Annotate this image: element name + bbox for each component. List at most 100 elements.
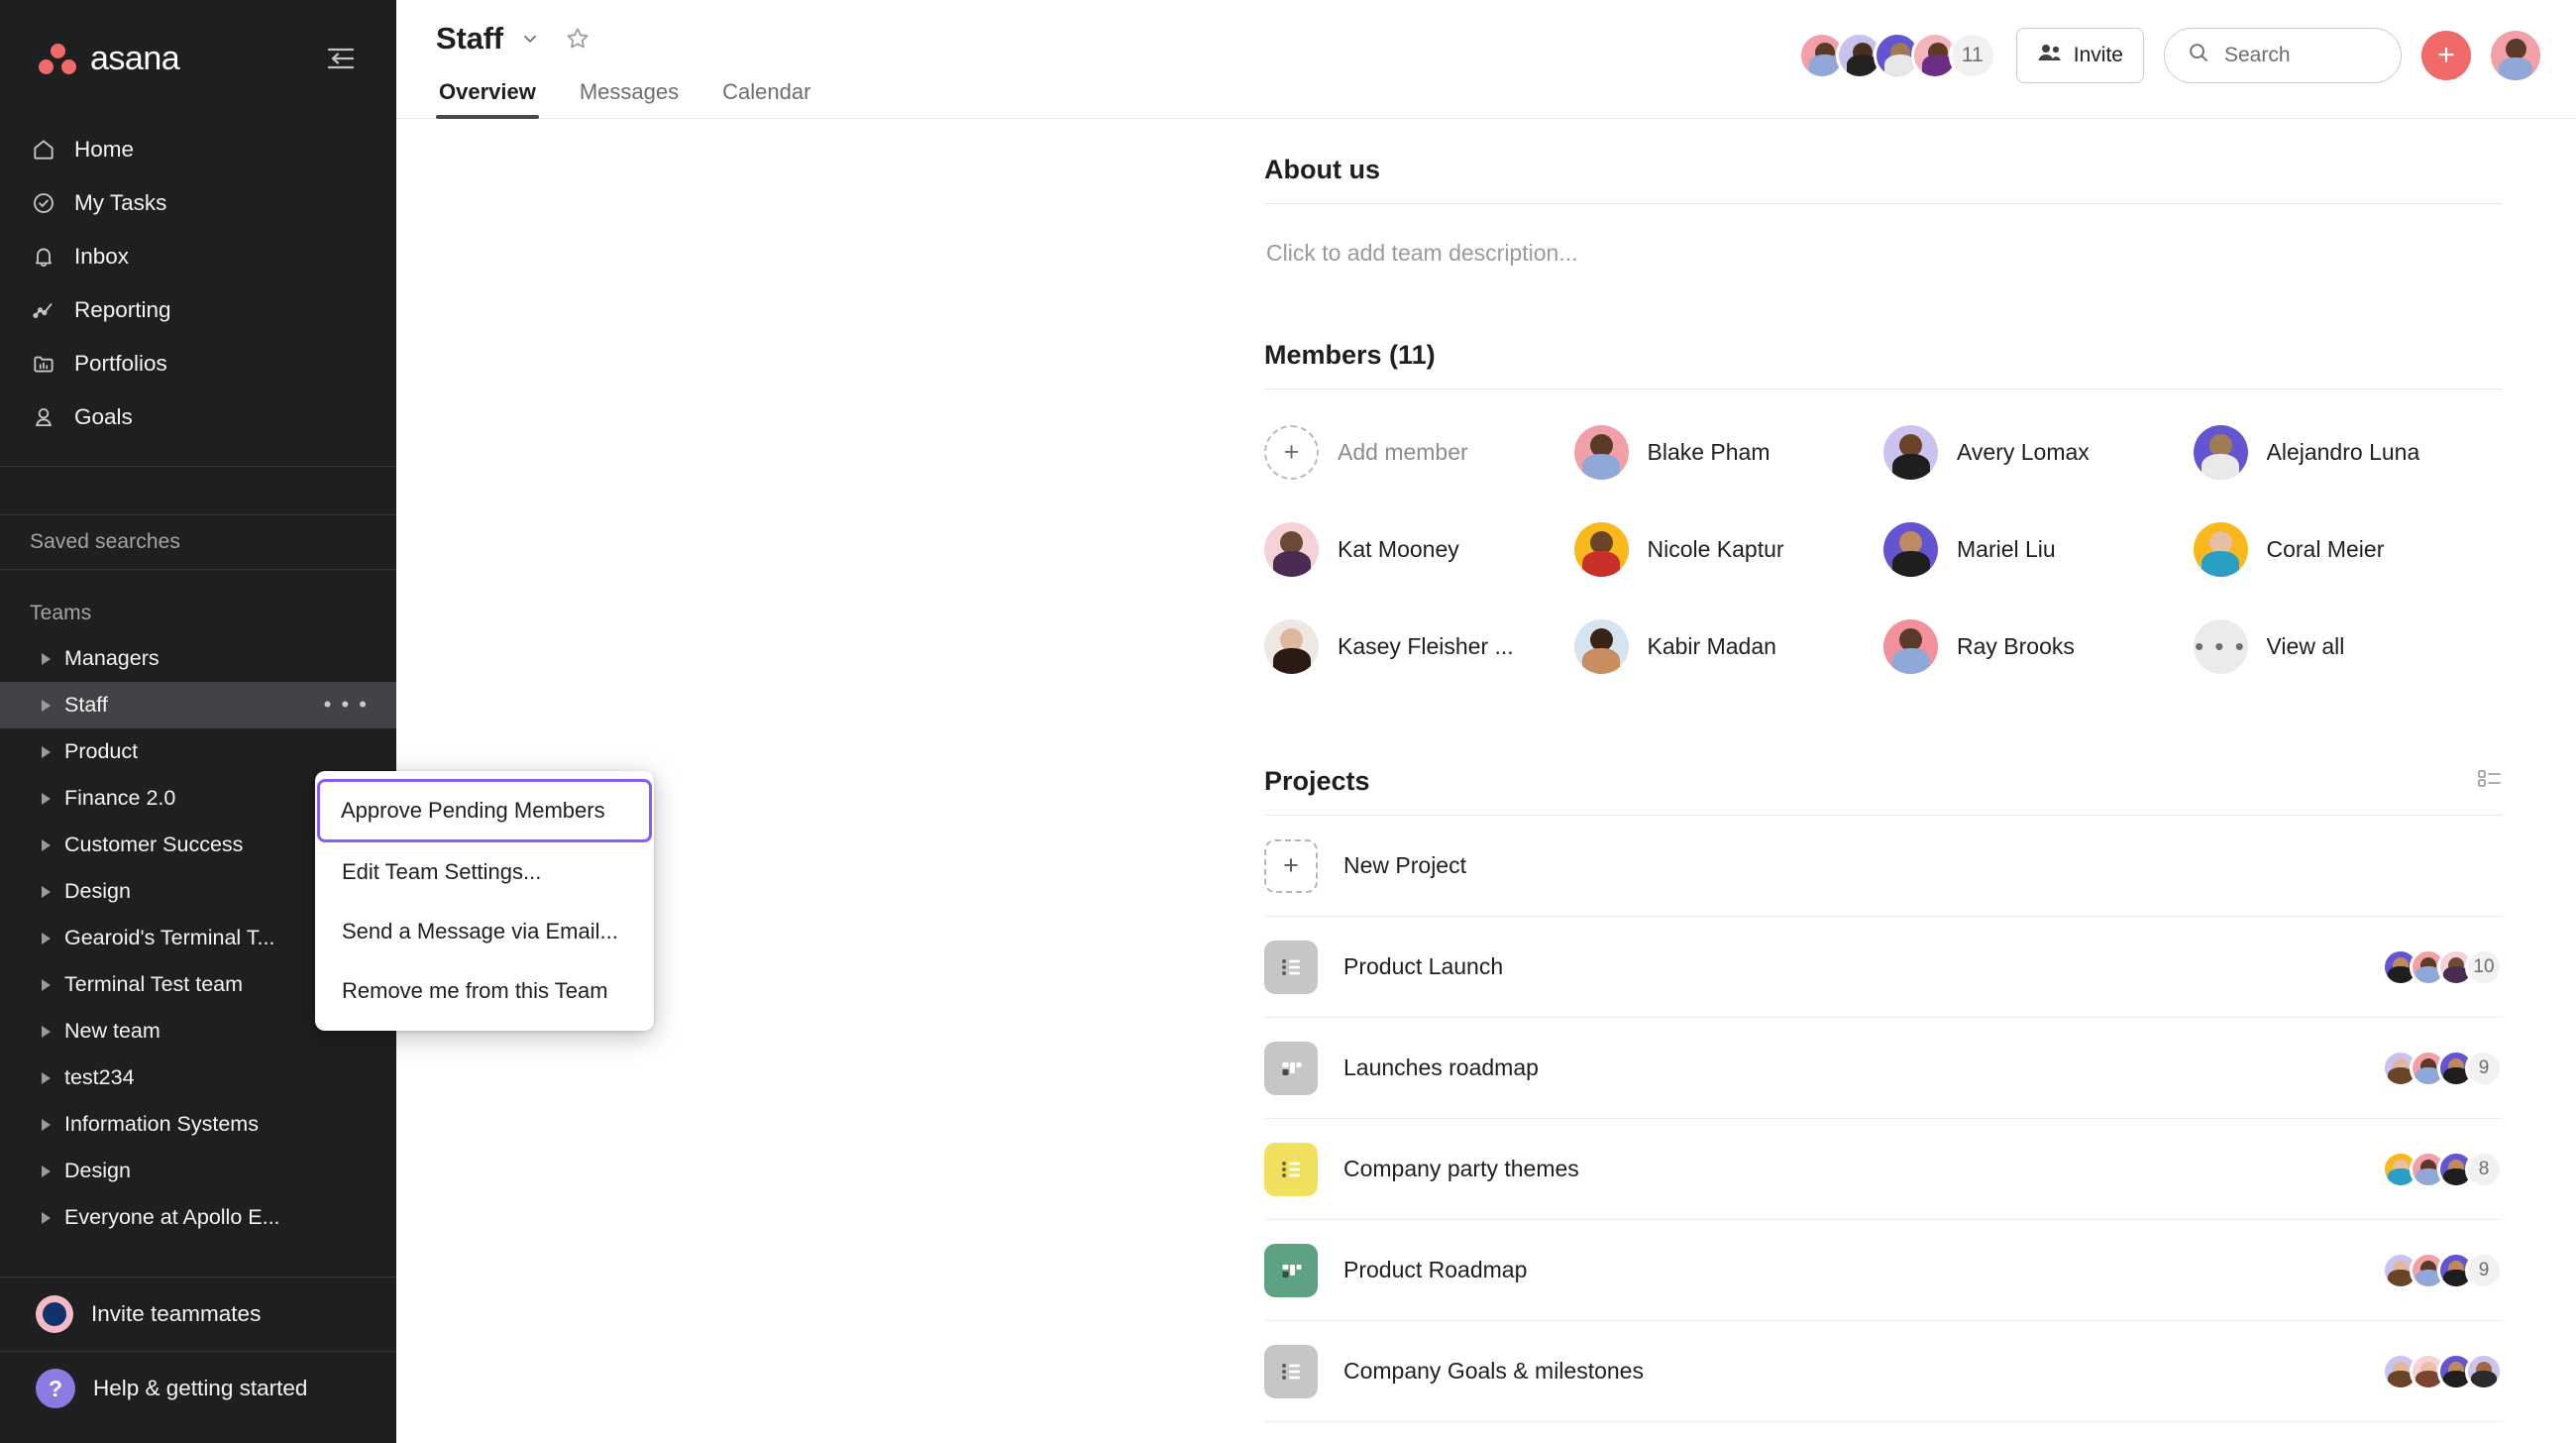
sidebar-footer: Invite teammates ? Help & getting starte…: [0, 1276, 396, 1443]
add-member-button[interactable]: + Add member: [1264, 417, 1574, 487]
team-context-menu: Approve Pending Members Edit Team Settin…: [315, 771, 654, 1031]
member-item[interactable]: Blake Pham: [1574, 417, 1884, 487]
member-item[interactable]: Kat Mooney: [1264, 514, 1574, 584]
projects-heading: Projects: [1264, 766, 2503, 815]
member-item[interactable]: Avery Lomax: [1883, 417, 2194, 487]
home-icon: [30, 136, 57, 164]
tab-overview[interactable]: Overview: [436, 73, 539, 119]
star-outline-icon[interactable]: [563, 24, 592, 54]
menu-item-edit-team-settings[interactable]: Edit Team Settings...: [319, 842, 650, 902]
member-name: Nicole Kaptur: [1648, 536, 1784, 563]
overview-panel: About us Click to add team description..…: [1264, 119, 2503, 1422]
help-button[interactable]: ? Help & getting started: [0, 1352, 396, 1425]
project-avatar-stack[interactable]: 8: [2382, 1151, 2503, 1188]
chevron-right-icon[interactable]: [42, 1026, 51, 1038]
list-view-icon[interactable]: [2477, 766, 2503, 797]
sidebar-item-inbox[interactable]: Inbox: [14, 230, 382, 283]
create-button[interactable]: +: [2421, 31, 2471, 80]
sidebar-team-staff[interactable]: Staff • • •: [0, 682, 396, 728]
avatar: [1264, 522, 1319, 577]
project-member-count: 9: [2465, 1252, 2503, 1289]
member-count-badge[interactable]: 11: [1949, 32, 1996, 79]
sidebar-item-goals[interactable]: Goals: [14, 390, 382, 444]
menu-item-approve-pending-members[interactable]: Approve Pending Members: [317, 779, 652, 842]
sidebar-team-information-systems[interactable]: Information Systems: [0, 1101, 396, 1148]
project-row[interactable]: Launches roadmap 9: [1264, 1018, 2503, 1119]
menu-item-send-message-via-email[interactable]: Send a Message via Email...: [319, 902, 650, 961]
sidebar-team-product[interactable]: Product: [0, 728, 396, 775]
search-placeholder: Search: [2224, 44, 2291, 67]
sidebar-team-everyone-at-apollo[interactable]: Everyone at Apollo E...: [0, 1194, 396, 1241]
chevron-right-icon[interactable]: [42, 793, 51, 805]
team-description-input[interactable]: Click to add team description...: [1264, 204, 2503, 267]
sidebar-item-home[interactable]: Home: [14, 123, 382, 176]
invite-button[interactable]: Invite: [2016, 28, 2144, 83]
chevron-right-icon[interactable]: [42, 1212, 51, 1224]
chevron-right-icon[interactable]: [42, 979, 51, 991]
project-row[interactable]: Company Goals & milestones: [1264, 1321, 2503, 1422]
chevron-right-icon[interactable]: [42, 1166, 51, 1177]
chevron-right-icon[interactable]: [42, 886, 51, 898]
chevron-down-icon[interactable]: [519, 28, 541, 50]
member-avatar-stack[interactable]: 11: [1798, 32, 1996, 79]
collapse-sidebar-icon[interactable]: [319, 37, 363, 80]
invite-teammates-button[interactable]: Invite teammates: [0, 1277, 396, 1351]
project-name: Launches roadmap: [1343, 1054, 2356, 1081]
member-item[interactable]: Ray Brooks: [1883, 611, 2194, 681]
asana-logo[interactable]: asana: [38, 39, 179, 78]
member-item[interactable]: Kabir Madan: [1574, 611, 1884, 681]
project-member-count: 8: [2465, 1151, 2503, 1188]
search-input[interactable]: Search: [2164, 28, 2402, 83]
profile-avatar[interactable]: [2491, 31, 2540, 80]
tab-messages[interactable]: Messages: [577, 73, 682, 119]
goal-person-icon: [30, 403, 57, 431]
new-project-label: New Project: [1343, 852, 2503, 879]
chevron-right-icon[interactable]: [42, 653, 51, 665]
project-avatar-stack[interactable]: [2382, 1353, 2503, 1390]
project-avatar-stack[interactable]: 9: [2382, 1252, 2503, 1289]
chevron-right-icon[interactable]: [42, 1119, 51, 1131]
team-overflow-icon[interactable]: • • •: [324, 693, 369, 715]
member-item[interactable]: Alejandro Luna: [2194, 417, 2504, 487]
sidebar-item-portfolios[interactable]: Portfolios: [14, 337, 382, 390]
sidebar-item-label: My Tasks: [74, 190, 166, 216]
sidebar-spacer: [0, 467, 396, 493]
member-item[interactable]: Kasey Fleisher ...: [1264, 611, 1574, 681]
project-member-count: 9: [2465, 1050, 2503, 1087]
sidebar-item-reporting[interactable]: Reporting: [14, 283, 382, 337]
sidebar-team-design-2[interactable]: Design: [0, 1148, 396, 1194]
chevron-right-icon[interactable]: [42, 839, 51, 851]
member-item[interactable]: Nicole Kaptur: [1574, 514, 1884, 584]
tab-calendar[interactable]: Calendar: [719, 73, 813, 119]
new-project-row[interactable]: + New Project: [1264, 816, 2503, 917]
project-row[interactable]: Product Launch 10: [1264, 917, 2503, 1018]
view-all-members-button[interactable]: • • • View all: [2194, 611, 2504, 681]
sidebar-item-my-tasks[interactable]: My Tasks: [14, 176, 382, 230]
project-row[interactable]: Company party themes 8: [1264, 1119, 2503, 1220]
ellipsis-icon: • • •: [2194, 619, 2248, 674]
project-row[interactable]: Product Roadmap 9: [1264, 1220, 2503, 1321]
project-avatar-stack[interactable]: 10: [2382, 948, 2503, 986]
menu-item-remove-me-from-team[interactable]: Remove me from this Team: [319, 961, 650, 1021]
avatar: [1574, 425, 1629, 480]
sidebar-team-managers[interactable]: Managers: [0, 635, 396, 682]
member-item[interactable]: Coral Meier: [2194, 514, 2504, 584]
page-title-row: Staff: [436, 16, 813, 61]
team-label: Customer Success: [64, 832, 243, 857]
member-item[interactable]: Mariel Liu: [1883, 514, 2194, 584]
team-label: Product: [64, 739, 138, 764]
chevron-right-icon[interactable]: [42, 700, 51, 712]
plus-icon: +: [1264, 425, 1319, 480]
view-all-label: View all: [2267, 633, 2345, 660]
content-area: About us Click to add team description..…: [396, 119, 2576, 1443]
sidebar-team-test234[interactable]: test234: [0, 1054, 396, 1101]
chevron-right-icon[interactable]: [42, 1072, 51, 1084]
project-avatar-stack[interactable]: 9: [2382, 1050, 2503, 1087]
saved-searches-header[interactable]: Saved searches: [0, 515, 396, 569]
chevron-right-icon[interactable]: [42, 746, 51, 758]
app-root: asana Home My Tasks: [0, 0, 2576, 1443]
members-title: Members (11): [1264, 340, 1436, 371]
chevron-right-icon[interactable]: [42, 933, 51, 944]
members-grid: + Add member Blake Pham: [1264, 417, 2503, 681]
topbar: Staff Overview Messages Calendar: [396, 0, 2576, 119]
